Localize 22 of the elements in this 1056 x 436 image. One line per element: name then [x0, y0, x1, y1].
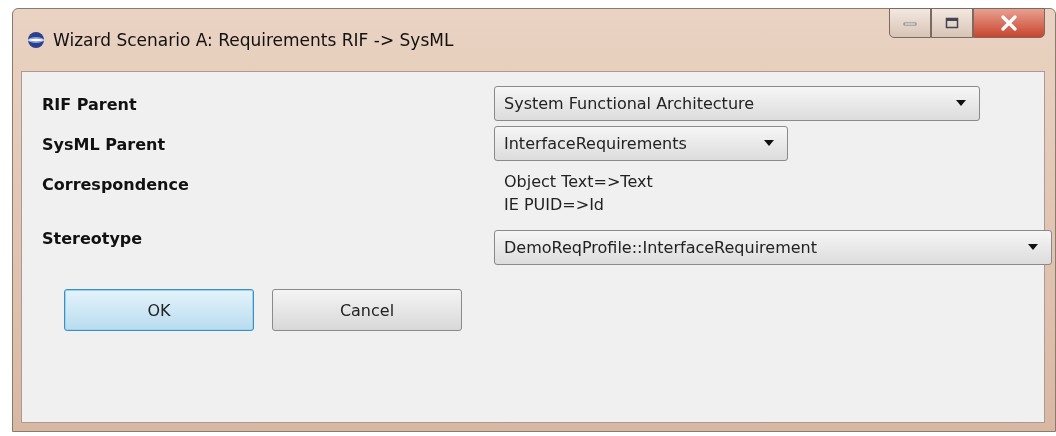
caret-icon — [955, 100, 967, 107]
dropdown[interactable]: System Functional Architecture — [494, 86, 980, 121]
maximize-icon — [945, 17, 959, 29]
window-title: Wizard Scenario A: Requirements RIF -> SysML — [53, 30, 454, 50]
minimize-button[interactable] — [889, 8, 931, 38]
field-label: RIF Parent — [42, 94, 138, 114]
minimize-icon — [903, 20, 917, 26]
dropdown[interactable]: InterfaceRequirements — [494, 126, 788, 161]
field-label: Correspondence — [42, 174, 190, 194]
cancel-button[interactable]: Cancel — [272, 289, 462, 331]
maximize-button[interactable] — [931, 8, 973, 38]
ok-button[interactable]: OK — [64, 289, 254, 331]
globe-icon — [27, 31, 45, 49]
dropdown[interactable]: DemoReqProfile::InterfaceRequirement — [494, 230, 1052, 265]
mapping-text: Object Text=>Text — [504, 171, 654, 193]
mapping-text: IE PUID=>Id — [504, 194, 605, 216]
field-label: Stereotype — [42, 228, 144, 248]
field-label: SysML Parent — [42, 134, 167, 154]
caret-icon — [1027, 244, 1039, 251]
close-button[interactable] — [973, 8, 1045, 38]
caret-icon — [763, 140, 775, 147]
close-icon — [1000, 15, 1018, 31]
